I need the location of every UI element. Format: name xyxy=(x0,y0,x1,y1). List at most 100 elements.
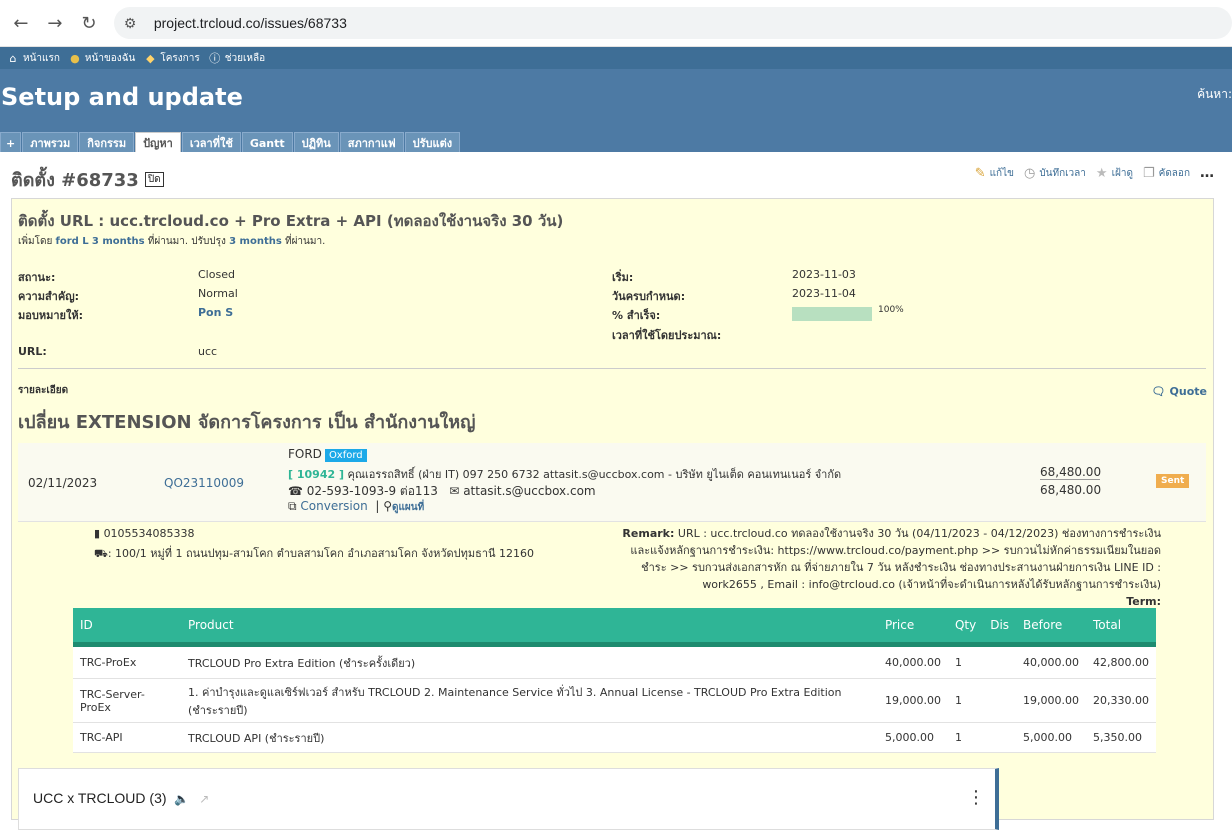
tab-new[interactable]: + xyxy=(0,132,22,153)
top-menu-projects[interactable]: ◆ โครงการ xyxy=(143,51,200,66)
col-product: Product xyxy=(181,608,878,647)
progress-bar xyxy=(792,307,872,321)
chat-card: UCC x TRCLOUD (3) 🔈 ↗ ⋮ xyxy=(18,768,999,830)
copy-icon: ❐ xyxy=(1142,165,1155,181)
view-map-link[interactable]: ดูแผนที่ xyxy=(392,502,424,513)
col-dis: Dis xyxy=(983,608,1017,647)
start-value: 2023-11-03 xyxy=(792,268,856,281)
contact-line: [ 10942 ] คุณเอรรถสิทธิ์ (ฝ่าย IT) 097 2… xyxy=(288,468,842,481)
due-value: 2023-11-04 xyxy=(792,287,856,300)
amount-bottom: 68,480.00 xyxy=(1040,483,1102,497)
chat-title: UCC x TRCLOUD (3) 🔈 ↗ xyxy=(33,790,210,806)
log-time-button[interactable]: ◷ บันทึกเวลา xyxy=(1024,166,1086,181)
amount-top: 68,480.00 xyxy=(1040,465,1102,480)
conversion-icon: ⧉ xyxy=(288,499,297,513)
status-badge: Sent xyxy=(1156,474,1190,488)
help-icon: ⓘ xyxy=(209,52,221,65)
priority-value: Normal xyxy=(198,287,238,300)
tab-settings[interactable]: ปรับแต่ง xyxy=(404,132,461,153)
attributes-divider xyxy=(18,368,1206,369)
updated-time-link[interactable]: 3 months xyxy=(229,236,282,247)
tax-id: ▮ 0105534085338 xyxy=(94,527,195,540)
branch-tag: Oxford xyxy=(324,449,367,462)
tab-activity[interactable]: กิจกรรม xyxy=(79,132,135,153)
issue-title: ติดตั้ง #68733 xyxy=(11,170,139,191)
table-row: TRC-Server-ProEx 1. ค่าบำรุงและดูแลเซิร์… xyxy=(73,678,1156,723)
col-id: ID xyxy=(73,608,181,647)
products-table: ID Product Price Qty Dis Before Total TR… xyxy=(73,608,1156,753)
closed-badge: ปิด xyxy=(144,172,164,187)
barcode-icon: ▮ xyxy=(94,527,101,540)
tab-forum[interactable]: สภากาแฟ xyxy=(339,132,404,153)
table-row: TRC-ProEx TRCLOUD Pro Extra Edition (ชำร… xyxy=(73,644,1156,679)
top-menu-my-page[interactable]: ● หน้าของฉัน xyxy=(68,51,135,66)
pencil-icon: ✎ xyxy=(974,165,986,181)
customer-line: FORD Oxford xyxy=(288,447,367,462)
links-line: ⧉ Conversion | ⚲ดูแผนที่ xyxy=(288,499,425,513)
address-bar[interactable]: ⚙ project.trcloud.co/issues/68733 xyxy=(113,7,1232,39)
comment-icon: 🗨 xyxy=(1151,385,1166,398)
tab-calendar[interactable]: ปฏิทิน xyxy=(293,132,339,153)
top-menu-home[interactable]: ⌂ หน้าแรก xyxy=(6,51,60,66)
table-row: TRC-API TRCLOUD API (ชำระรายปี) 5,000.00… xyxy=(73,722,1156,753)
author-link[interactable]: ford L xyxy=(56,236,89,247)
table-header-row: ID Product Price Qty Dis Before Total xyxy=(73,608,1156,647)
estimate-label: เวลาที่ใช้โดยประมาณ: xyxy=(612,329,722,342)
issue-heading: ติดตั้ง #68733 ปิด xyxy=(11,165,164,194)
quotation-row: 02/11/2023 QO23110009 FORD Oxford [ 10942… xyxy=(18,443,1206,522)
content-area: ติดตั้ง #68733 ปิด ✎ แก้ไข ◷ บันทึกเวลา ★ เ… xyxy=(0,152,1232,830)
description-label: รายละเอียด xyxy=(18,385,69,396)
quotation-date: 02/11/2023 xyxy=(28,476,98,490)
top-menu: ⌂ หน้าแรก ● หน้าของฉัน ◆ โครงการ ⓘ ช่วยเหลือ xyxy=(0,47,1232,69)
site-settings-icon[interactable]: ⚙ xyxy=(124,15,146,32)
tab-overview[interactable]: ภาพรวม xyxy=(22,132,79,153)
browser-toolbar: ← → ↻ ⚙ project.trcloud.co/issues/68733 xyxy=(0,0,1232,47)
copy-button[interactable]: ❐ คัดลอก xyxy=(1143,166,1190,181)
quote-button[interactable]: 🗨 Quote xyxy=(1152,385,1207,398)
top-menu-help[interactable]: ⓘ ช่วยเหลือ xyxy=(208,51,265,66)
mail-icon: ✉ xyxy=(449,484,460,498)
remark: Remark: URL : ucc.trcloud.co ทดลองใช้งาน… xyxy=(622,527,1161,608)
map-pin-icon: ⚲ xyxy=(383,499,392,513)
edit-button[interactable]: ✎ แก้ไข xyxy=(975,166,1014,181)
tab-spent-time[interactable]: เวลาที่ใช้ xyxy=(181,132,241,153)
assignee-label: มอบหมายให้: xyxy=(18,309,83,322)
issue-subject: ติดตั้ง URL : ucc.trcloud.co + Pro Extra… xyxy=(18,212,564,230)
search-label: ค้นหา: xyxy=(1197,87,1232,101)
progress-value: 100% xyxy=(878,305,904,315)
priority-label: ความสำคัญ: xyxy=(18,290,79,303)
tab-gantt[interactable]: Gantt xyxy=(241,132,293,153)
speaker-icon[interactable]: 🔈 xyxy=(174,792,189,806)
col-qty: Qty xyxy=(947,608,984,647)
issue-actions: ✎ แก้ไข ◷ บันทึกเวลา ★ เฝ้าดู ❐ คัดลอก … xyxy=(965,165,1214,181)
user-icon: ● xyxy=(70,51,80,65)
tab-issues[interactable]: ปัญหา xyxy=(135,132,181,153)
back-icon[interactable]: ← xyxy=(8,10,34,36)
col-before: Before xyxy=(1016,608,1087,647)
more-button[interactable]: … xyxy=(1200,165,1214,181)
more-options-icon[interactable]: ⋮ xyxy=(967,787,985,808)
col-price: Price xyxy=(877,608,948,647)
star-icon: ★ xyxy=(1095,165,1108,181)
projects-icon: ◆ xyxy=(146,51,155,65)
conversion-link[interactable]: Conversion xyxy=(300,499,367,513)
reload-icon[interactable]: ↻ xyxy=(76,10,102,36)
clock-icon: ◷ xyxy=(1023,165,1036,181)
contact-code: [ 10942 ] xyxy=(288,468,344,481)
url-text: project.trcloud.co/issues/68733 xyxy=(153,15,347,31)
project-header: Setup and update ค้นหา: xyxy=(0,69,1232,131)
phone-icon: ☎ xyxy=(288,484,303,498)
external-link-icon[interactable]: ↗ xyxy=(199,792,209,806)
url-value: ucc xyxy=(198,345,218,358)
assignee-link[interactable]: Pon S xyxy=(198,306,233,319)
watch-button[interactable]: ★ เฝ้าดู xyxy=(1096,166,1133,181)
url-label: URL: xyxy=(18,345,47,358)
col-total: Total xyxy=(1086,608,1156,647)
start-label: เริ่ม: xyxy=(612,271,634,284)
created-time-link[interactable]: 3 months xyxy=(92,236,145,247)
main-tabs: + ภาพรวม กิจกรรม ปัญหา เวลาที่ใช้ Gantt … xyxy=(0,131,1232,153)
quotation-number-link[interactable]: QO23110009 xyxy=(164,476,244,490)
status-value: Closed xyxy=(198,268,235,281)
due-label: วันครบกำหนด: xyxy=(612,290,686,303)
forward-icon[interactable]: → xyxy=(42,10,68,36)
